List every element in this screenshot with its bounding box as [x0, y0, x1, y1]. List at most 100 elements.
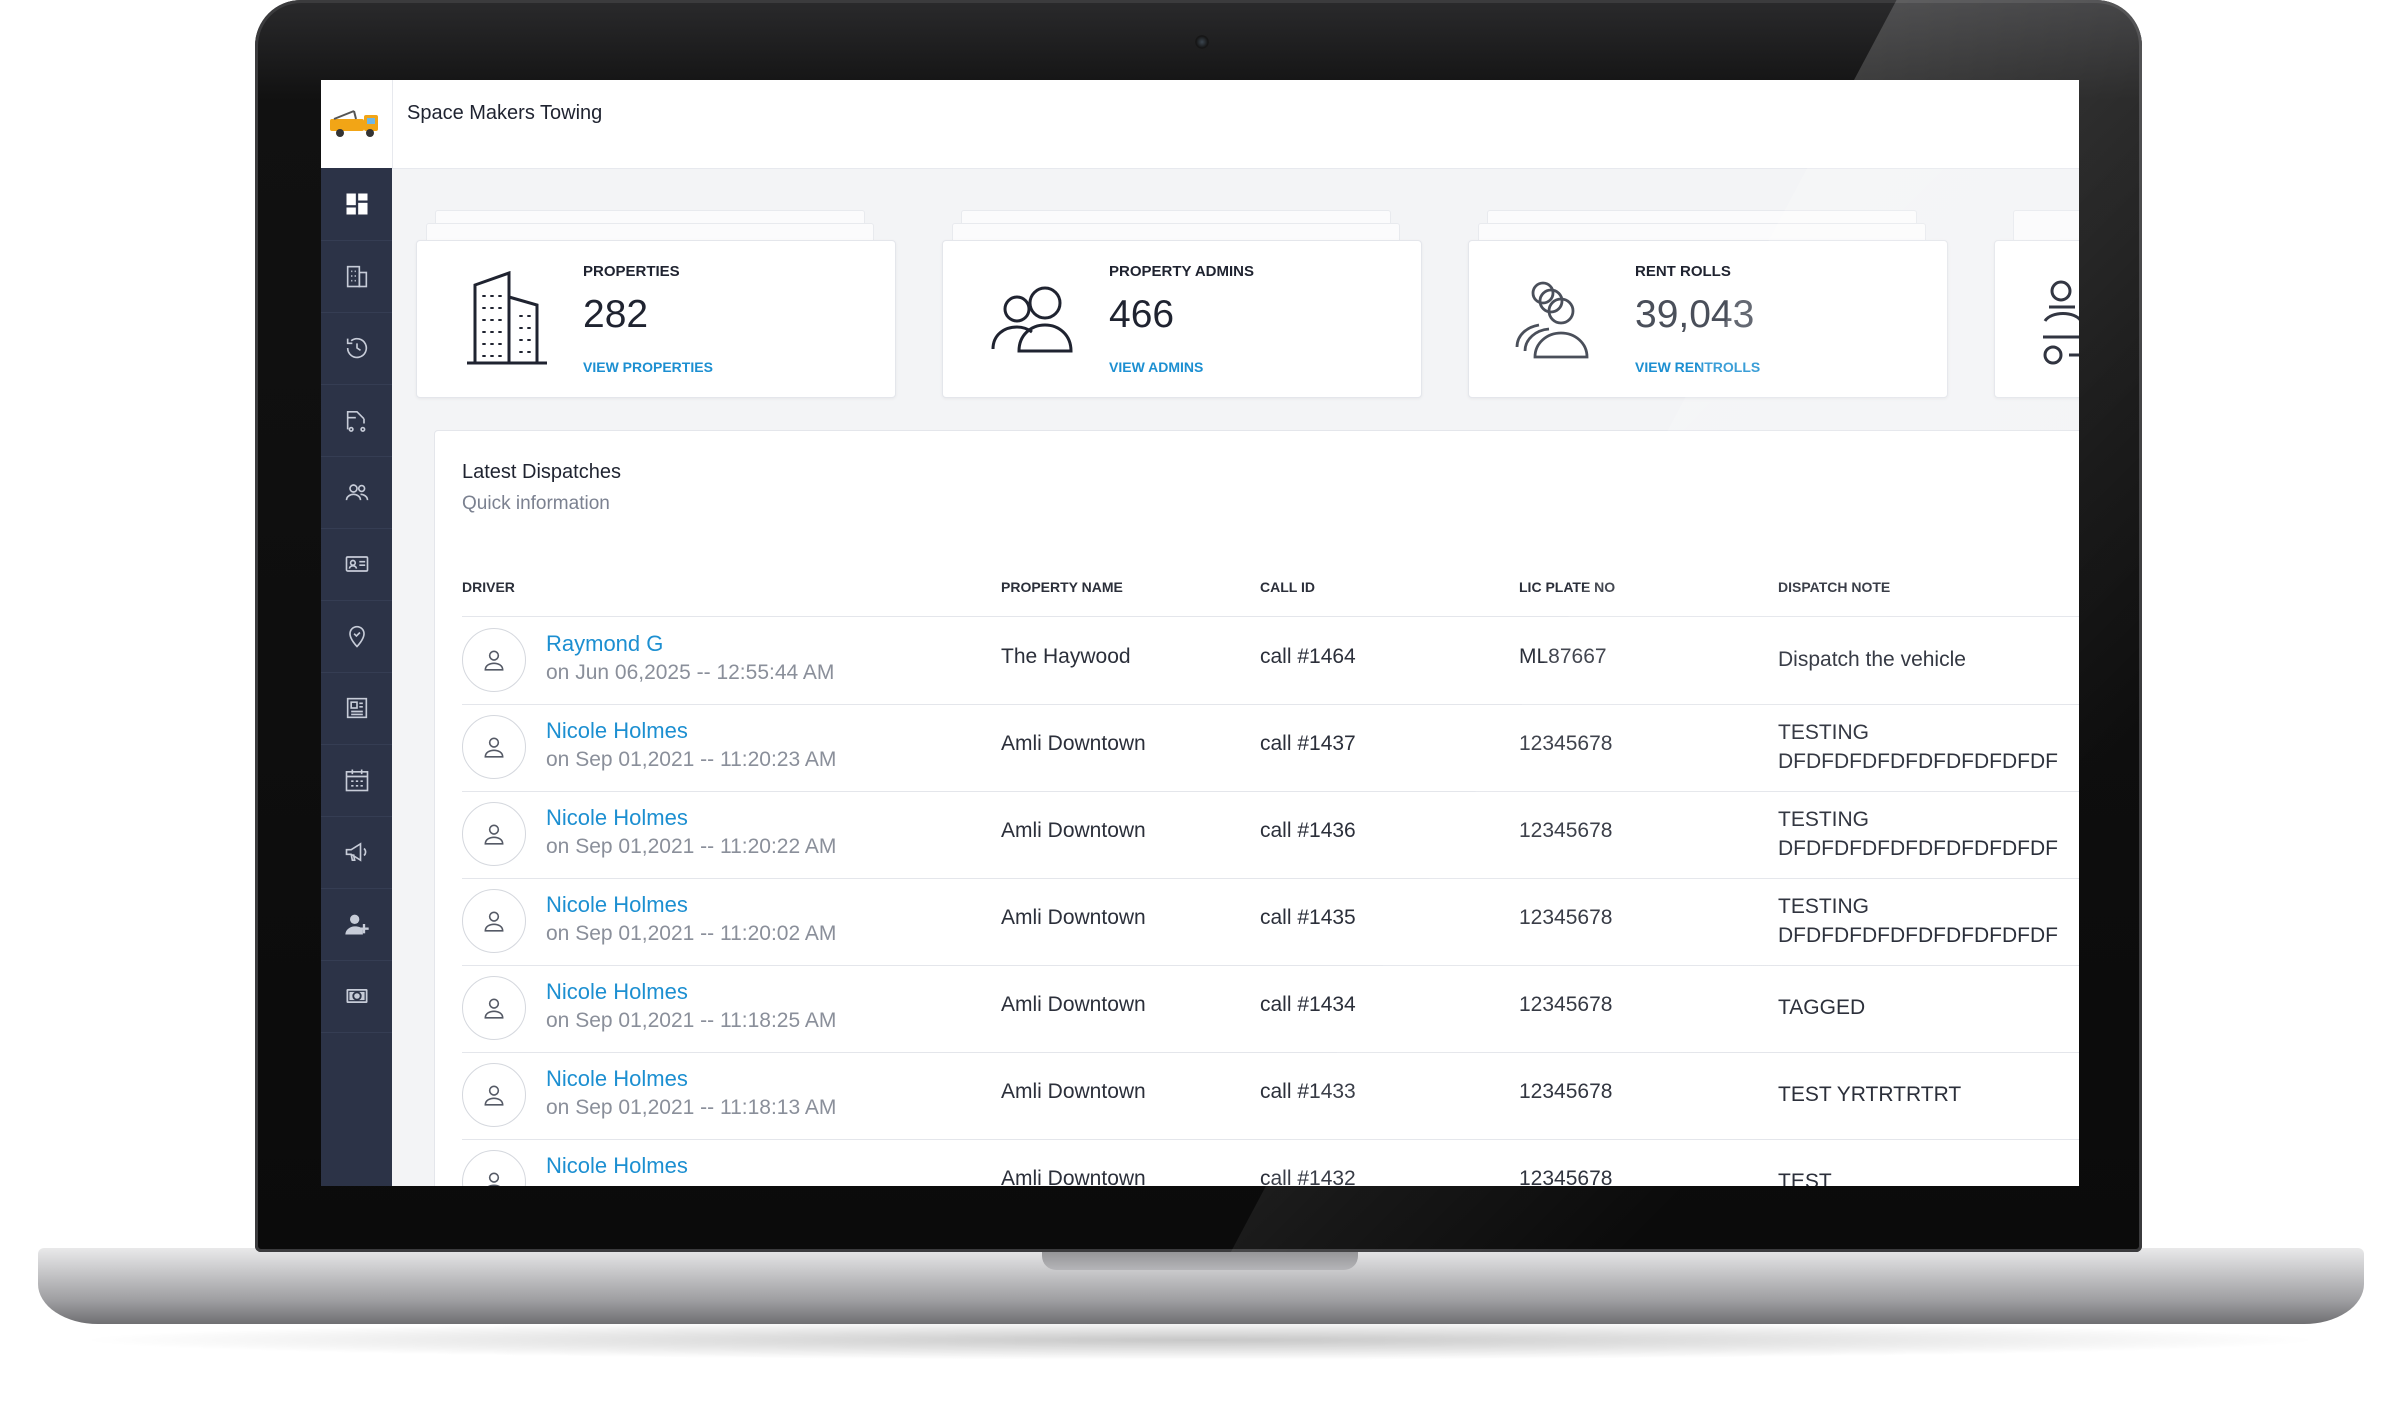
- plate-number: 12345678: [1519, 819, 1613, 842]
- sidebar-item-payments[interactable]: [321, 960, 392, 1033]
- call-id: call #1433: [1260, 1080, 1356, 1103]
- column-header-driver[interactable]: DRIVER: [462, 579, 515, 595]
- users-icon: [991, 286, 1073, 353]
- driver-name[interactable]: Nicole Holmes: [546, 805, 688, 831]
- stat-label: RENT ROLLS: [1635, 263, 1731, 280]
- plate-number: 12345678: [1519, 993, 1613, 1016]
- stat-value: 466: [1109, 293, 1175, 336]
- table-row[interactable]: Nicole Holmes on Sep 01,2021 -- 11:20:23…: [462, 704, 2079, 792]
- logo[interactable]: [321, 80, 393, 168]
- dispatch-date: on Sep 01,2021 -- 11:18:25 AM: [546, 1009, 837, 1032]
- table-row[interactable]: Nicole Holmes Amli Downtown call #1432 1…: [462, 1139, 2079, 1186]
- view-properties-link[interactable]: VIEW PROPERTIES: [583, 359, 713, 375]
- sidebar-item-reports[interactable]: [321, 672, 392, 745]
- driver-name[interactable]: Nicole Holmes: [546, 1153, 688, 1179]
- avatar: [462, 628, 526, 692]
- user-icon: [484, 911, 504, 932]
- note-line: TAGGED: [1778, 996, 1866, 1019]
- column-header-plate[interactable]: LIC PLATE NO: [1519, 579, 1615, 595]
- view-admins-link[interactable]: VIEW ADMINS: [1109, 359, 1203, 375]
- panel-subtitle: Quick information: [462, 493, 610, 514]
- driver-name[interactable]: Nicole Holmes: [546, 1066, 688, 1092]
- note-line: TESTING: [1778, 895, 1870, 918]
- dispatch-date: on Sep 01,2021 -- 11:20:23 AM: [546, 748, 837, 771]
- plate-number: ML87667: [1519, 645, 1607, 668]
- ghost-tab-back: [2013, 210, 2079, 242]
- driver-name[interactable]: Nicole Holmes: [546, 718, 688, 744]
- note-line: TESTING: [1778, 808, 1870, 831]
- sidebar-item-add-user[interactable]: [321, 888, 392, 961]
- call-id: call #1435: [1260, 906, 1356, 929]
- sidebar: [321, 168, 392, 1186]
- brand-name: Space Makers Towing: [407, 102, 603, 124]
- sidebar-item-announcements[interactable]: [321, 816, 392, 889]
- sidebar-item-calendar[interactable]: [321, 744, 392, 817]
- note-line: TEST: [1778, 1170, 1832, 1186]
- user-icon: [487, 1172, 501, 1186]
- call-id: call #1436: [1260, 819, 1356, 842]
- building-icon: [346, 265, 367, 288]
- location-check-icon: [348, 625, 365, 648]
- sidebar-item-tow[interactable]: [321, 384, 392, 457]
- dashboard-icon: [346, 193, 367, 215]
- note-line: TEST YRTRTRTRT: [1778, 1083, 1962, 1106]
- driver-name[interactable]: Raymond G: [546, 631, 663, 657]
- column-header-call-id[interactable]: CALL ID: [1260, 579, 1315, 595]
- dispatch-note: TEST YRTRTRTRT: [1778, 1080, 1961, 1109]
- table-row[interactable]: Nicole Holmes on Sep 01,2021 -- 11:20:22…: [462, 791, 2079, 879]
- driver-name[interactable]: Nicole Holmes: [546, 892, 688, 918]
- user-icon: [484, 824, 504, 845]
- stat-label: PROPERTIES: [583, 263, 680, 280]
- table-row[interactable]: Nicole Holmes on Sep 01,2021 -- 11:18:13…: [462, 1052, 2079, 1140]
- dispatch-date: on Sep 01,2021 -- 11:20:02 AM: [546, 922, 837, 945]
- sidebar-item-cards[interactable]: [321, 528, 392, 601]
- sidebar-item-history[interactable]: [321, 312, 392, 385]
- note-line: DFDFDFDFDFDFDFDFDFDF: [1778, 837, 2058, 860]
- table-row[interactable]: Nicole Holmes on Sep 01,2021 -- 11:18:25…: [462, 965, 2079, 1053]
- megaphone-icon: [345, 842, 366, 862]
- note-line: Dispatch the vehicle: [1778, 648, 1966, 671]
- dispatch-note: TESTING DFDFDFDFDFDFDFDFDFDF: [1778, 892, 2058, 950]
- property-name: The Haywood: [1001, 645, 1131, 668]
- property-name: Amli Downtown: [1001, 1080, 1146, 1103]
- tow-truck-logo-icon: [329, 110, 378, 137]
- stat-card-admins: PROPERTY ADMINS 466 VIEW ADMINS: [942, 240, 1422, 398]
- top-bar: Space Makers Towing: [321, 80, 2079, 169]
- column-header-property[interactable]: PROPERTY NAME: [1001, 579, 1123, 595]
- plate-number: 12345678: [1519, 732, 1613, 755]
- sidebar-item-properties[interactable]: [321, 240, 392, 313]
- user-icon: [484, 998, 504, 1019]
- stat-card-rentrolls: RENT ROLLS 39,043 VIEW RENTROLLS: [1468, 240, 1948, 398]
- camera-icon: [1195, 35, 1209, 49]
- avatar: [462, 976, 526, 1040]
- stat-label: PROPERTY ADMINS: [1109, 263, 1255, 280]
- property-name: Amli Downtown: [1001, 906, 1146, 929]
- property-name: Amli Downtown: [1001, 819, 1146, 842]
- money-icon: [346, 989, 367, 1003]
- avatar: [462, 802, 526, 866]
- view-rentrolls-link[interactable]: VIEW RENTROLLS: [1635, 359, 1760, 375]
- sidebar-item-locations[interactable]: [321, 600, 392, 673]
- tow-truck-icon: [346, 411, 365, 432]
- column-header-note[interactable]: DISPATCH NOTE: [1778, 579, 1890, 595]
- note-line: DFDFDFDFDFDFDFDFDFDF: [1778, 750, 2058, 773]
- plate-number: 12345678: [1519, 1167, 1613, 1186]
- stat-value: 282: [583, 293, 649, 336]
- note-line: DFDFDFDFDFDFDFDFDFDF: [1778, 924, 2058, 947]
- dispatch-note: TESTING DFDFDFDFDFDFDFDFDFDF: [1778, 805, 2058, 863]
- sidebar-item-users[interactable]: [321, 456, 392, 529]
- latest-dispatches-panel: Latest Dispatches Quick information DRIV…: [434, 430, 2079, 1186]
- user-icon: [484, 737, 504, 758]
- driver-name[interactable]: Nicole Holmes: [546, 979, 688, 1005]
- building-icon: [467, 271, 547, 365]
- tow-person-icon: [2043, 280, 2079, 365]
- avatar: [462, 1150, 526, 1186]
- table-row[interactable]: Raymond G on Jun 06,2025 -- 12:55:44 AM …: [462, 617, 2079, 705]
- users-icon: [345, 484, 368, 501]
- avatar: [462, 1063, 526, 1127]
- table-row[interactable]: Nicole Holmes on Sep 01,2021 -- 11:20:02…: [462, 878, 2079, 966]
- calendar-icon: [345, 769, 368, 792]
- plate-number: 12345678: [1519, 906, 1613, 929]
- sidebar-item-dashboard[interactable]: [321, 168, 392, 241]
- dispatch-note: Dispatch the vehicle: [1778, 645, 1966, 674]
